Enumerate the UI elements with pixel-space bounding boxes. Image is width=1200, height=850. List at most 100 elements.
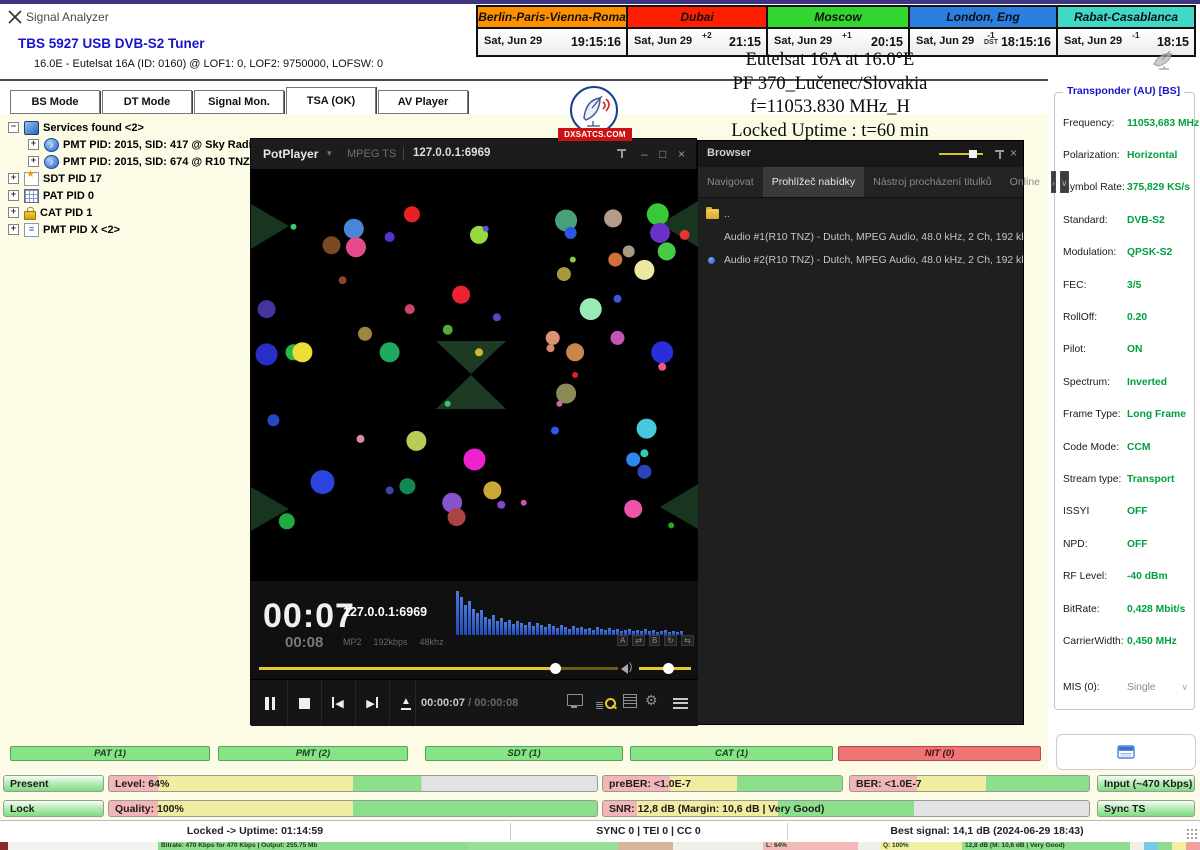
potplayer-window: PotPlayer ▾ MPEG TS 127.0.0.1:6969 – □ ×…	[250, 138, 697, 725]
clock-utc-offset: -1	[1132, 31, 1140, 39]
browser-tabs: NavigovatProhlížeč nabídkyNástroj prochá…	[698, 167, 1023, 198]
tree-item[interactable]: +PAT PID 0	[8, 187, 248, 204]
volume-handle[interactable]	[663, 663, 674, 674]
browser-tab-0[interactable]: Navigovat	[698, 167, 763, 197]
close-icon[interactable]: ×	[678, 147, 685, 161]
tab-tsa-ok-[interactable]: TSA (OK)	[286, 87, 376, 114]
seek-handle[interactable]	[550, 663, 561, 674]
tab-av-player[interactable]: AV Player	[378, 90, 468, 114]
tab-dt-mode[interactable]: DT Mode	[102, 90, 192, 114]
video-dot	[311, 470, 335, 494]
loop-icon[interactable]: ↻	[664, 635, 677, 646]
potplayer-title[interactable]: PotPlayer	[263, 147, 318, 161]
previous-button[interactable]: ◀	[323, 680, 353, 726]
expand-icon[interactable]: +	[8, 224, 19, 235]
expand-icon[interactable]: +	[28, 139, 39, 150]
video-dot	[344, 219, 364, 239]
ab-arrows-icon[interactable]: ⇄	[632, 635, 645, 646]
speaker-icon[interactable]	[621, 664, 628, 674]
expand-icon[interactable]: +	[8, 207, 19, 218]
playlist-icon[interactable]	[623, 694, 637, 708]
tree-item-label: CAT PID 1	[40, 207, 92, 219]
resize-grip[interactable]	[1186, 828, 1198, 840]
menu-icon[interactable]	[673, 695, 688, 711]
transponder-value: Inverted	[1127, 377, 1167, 388]
video-dot	[637, 419, 657, 439]
tree-item[interactable]: + CAT PID 1	[8, 204, 248, 221]
browser-tab-1[interactable]: Prohlížeč nabídky	[763, 167, 864, 197]
tab-signal-mon-[interactable]: Signal Mon.	[194, 90, 284, 114]
folder-up-row[interactable]: ..	[698, 203, 1023, 226]
expand-icon[interactable]: +	[8, 190, 19, 201]
clock-1: DubaiSat, Jun 29+221:15	[626, 7, 766, 55]
search-icon[interactable]: ≣	[595, 696, 616, 714]
close-icon[interactable]: ×	[1010, 146, 1017, 160]
video-dot	[279, 513, 295, 529]
transponder-row: Standard:DVB-S2	[1063, 204, 1188, 236]
seek-bar[interactable]	[259, 667, 618, 670]
mode-tabs: BS ModeDT ModeSignal Mon.TSA (OK)AV Play…	[10, 88, 470, 114]
transponder-row: CarrierWidth:0,450 MHz	[1063, 625, 1188, 657]
browser-tab-more-icon[interactable]: ∨	[1060, 171, 1069, 193]
transponder-value: 0.20	[1127, 312, 1147, 323]
audio-track-row[interactable]: Audio #1(R10 TNZ) - Dutch, MPEG Audio, 4…	[698, 226, 1023, 249]
maximize-icon[interactable]: □	[659, 147, 666, 161]
eject-button[interactable]: ▲	[391, 680, 421, 726]
video-dot	[445, 401, 451, 407]
transponder-value: DVB-S2	[1127, 215, 1165, 226]
video-area[interactable]	[251, 169, 698, 581]
transponder-label: Frame Type:	[1063, 409, 1127, 420]
video-dot	[604, 209, 622, 227]
ber-bar: BER: <1.0E-7	[849, 775, 1090, 792]
tree-item[interactable]: +≡PMT PID X <2>	[8, 221, 248, 238]
repeat-a-icon[interactable]: A	[617, 635, 628, 646]
tree-item[interactable]: +SDT PID 17	[8, 170, 248, 187]
browser-tab-2[interactable]: Nástroj procházení titulků	[864, 167, 1000, 197]
spectrum-bar	[580, 627, 583, 635]
pin-icon[interactable]	[617, 149, 626, 158]
browser-tab-3[interactable]: Online	[1001, 167, 1049, 197]
browser-titlebar[interactable]: Browser ×	[698, 141, 1023, 167]
pin-icon[interactable]	[995, 150, 1004, 159]
audio-track-row[interactable]: Audio #2(R10 TNZ) - Dutch, MPEG Audio, 4…	[698, 249, 1023, 272]
volume-bar[interactable]	[639, 667, 691, 670]
tree-item[interactable]: −Services found <2>	[8, 119, 248, 136]
preber-bar: preBER: <1.0E-7	[602, 775, 843, 792]
shuffle-icon[interactable]: ⇆	[681, 635, 694, 646]
spectrum-bar	[460, 597, 463, 635]
spectrum-bar	[508, 620, 511, 635]
transponder-label: Symbol Rate:	[1063, 182, 1127, 193]
transponder-label: Code Mode:	[1063, 442, 1127, 453]
chevron-down-icon[interactable]: ▾	[327, 148, 332, 159]
collapse-icon[interactable]: −	[8, 122, 19, 133]
overlay-line: Locked Uptime : t=60 min	[620, 120, 1040, 144]
browser-slider-handle[interactable]	[969, 150, 977, 158]
transponder-row: Polarization:Horizontal	[1063, 139, 1188, 171]
chevron-down-icon: ∨	[1181, 682, 1188, 693]
transponder-value: OFF	[1127, 539, 1148, 550]
repeat-b-icon[interactable]: B	[649, 635, 660, 646]
cast-icon[interactable]	[567, 694, 583, 706]
save-button[interactable]	[1056, 734, 1196, 770]
tab-bs-mode[interactable]: BS Mode	[10, 90, 100, 114]
pid-bar-pmt-2-: PMT (2)	[218, 746, 408, 761]
browser-slider[interactable]	[939, 153, 983, 155]
stream-type-label: MPEG TS	[347, 148, 396, 160]
mis-dropdown[interactable]: MIS (0):Single∨	[1063, 672, 1188, 704]
stop-button[interactable]	[289, 680, 319, 726]
browser-tab-next-icon[interactable]: ›	[1051, 171, 1056, 193]
tree-item[interactable]: +♪PMT PID: 2015, SID: 674 @ R10 TNZ (BP-…	[8, 153, 248, 170]
transponder-row: RF Level:-40 dBm	[1063, 560, 1188, 592]
minimize-icon[interactable]: –	[641, 147, 648, 161]
video-dot	[556, 384, 576, 404]
potplayer-titlebar[interactable]: PotPlayer ▾ MPEG TS 127.0.0.1:6969 – □ ×	[251, 139, 696, 169]
pause-button[interactable]	[255, 680, 285, 726]
tree-item[interactable]: +♪PMT PID: 2015, SID: 417 @ Sky Radio TN…	[8, 136, 248, 153]
gear-icon[interactable]: ⚙	[645, 692, 658, 709]
expand-icon[interactable]: +	[8, 173, 19, 184]
transponder-row: Code Mode:CCM	[1063, 431, 1188, 463]
position-current: 00:00:07	[421, 697, 465, 709]
player-info-panel: 00:07 00:08 127.0.0.1:6969 MP2192kbps48k…	[251, 581, 698, 657]
next-button[interactable]: ▶	[357, 680, 387, 726]
expand-icon[interactable]: +	[28, 156, 39, 167]
